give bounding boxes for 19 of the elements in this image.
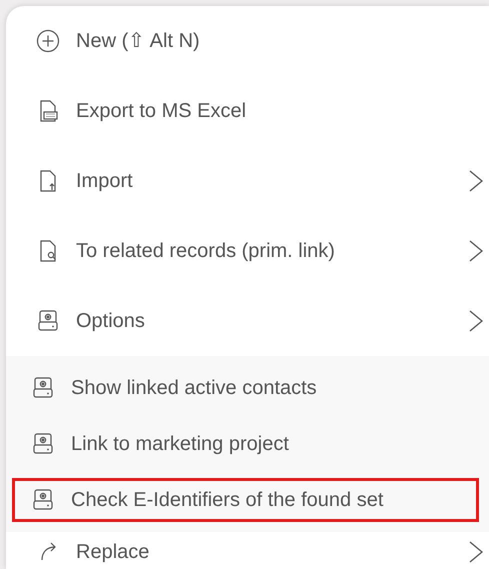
- menu-item[interactable]: Import: [6, 146, 489, 216]
- plus-circle-icon: [36, 29, 60, 53]
- menu-item[interactable]: Replace: [6, 532, 489, 569]
- submenu-item[interactable]: Check E-Identifiers of the found set: [12, 478, 479, 522]
- menu-item[interactable]: To related records (prim. link): [6, 216, 489, 286]
- menu-item-label: Options: [76, 309, 146, 334]
- menu-item-label: New (⇧ Alt N): [76, 29, 201, 54]
- menu-item-label: Replace: [76, 540, 150, 565]
- menu-item[interactable]: Options: [6, 286, 489, 356]
- submenu-item-label: Check E-Identifiers of the found set: [71, 488, 384, 513]
- menu-item[interactable]: Export to MS Excel: [6, 76, 489, 146]
- menu-item-label: Export to MS Excel: [76, 99, 248, 124]
- menu-item-label: To related records (prim. link): [76, 239, 336, 264]
- menu-item-label: Import: [76, 169, 134, 194]
- submenu-item-label: Link to marketing project: [71, 432, 289, 457]
- submenu-item-label: Show linked active contacts: [71, 376, 317, 401]
- submenu-item[interactable]: Link to marketing project: [12, 422, 479, 466]
- menu-item[interactable]: New (⇧ Alt N): [6, 6, 489, 76]
- submenu-item[interactable]: Show linked active contacts: [12, 366, 479, 410]
